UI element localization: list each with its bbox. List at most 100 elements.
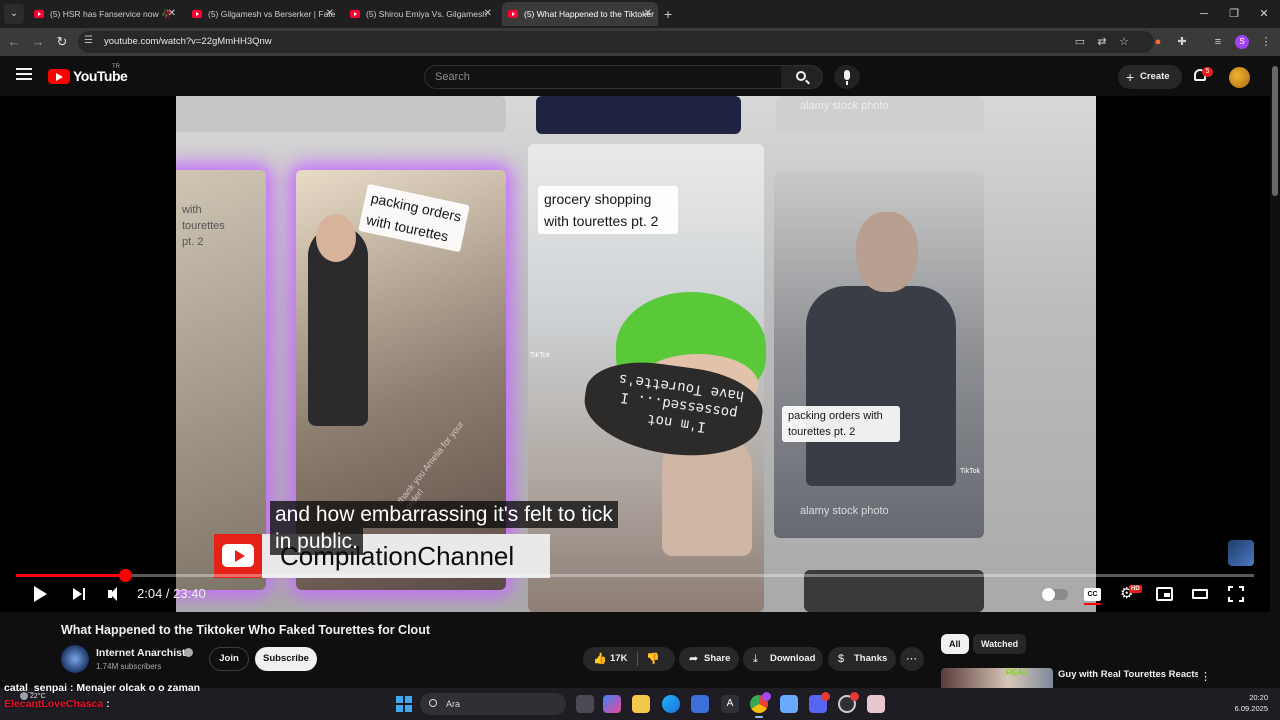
thanks-label: Thanks <box>854 653 888 664</box>
next-video-icon[interactable] <box>72 584 88 604</box>
search-icon <box>429 699 437 707</box>
url-text[interactable]: youtube.com/watch?v=22gMmHH3Qnw <box>104 31 272 53</box>
channel-watermark-icon[interactable] <box>1228 540 1254 566</box>
browser-tab-4-active[interactable]: (5) What Happened to the Tiktoker ✕ <box>502 2 658 26</box>
time-display: 2:04 / 23:40 <box>137 586 206 601</box>
bookmark-star-icon[interactable]: ☆ <box>1114 32 1134 52</box>
app-star-icon[interactable] <box>780 695 798 713</box>
clock-date: 6.09.2025 <box>1234 704 1268 713</box>
reload-icon[interactable]: ↻ <box>52 32 72 52</box>
cast-icon[interactable]: ▭ <box>1070 32 1090 52</box>
tab-search-chevron-icon[interactable]: ⌄ <box>4 4 24 24</box>
youtube-header: YouTube TR + Create <box>0 56 1270 96</box>
plus-icon: + <box>1126 69 1135 85</box>
video-figure <box>856 212 918 292</box>
thumbs-down-icon[interactable]: 👎 <box>646 647 660 671</box>
chip-watched[interactable]: Watched <box>973 634 1027 654</box>
search-box[interactable] <box>424 65 782 89</box>
join-button[interactable]: Join <box>209 647 249 671</box>
browser-tab-title: (5) Gilgamesh vs Berserker | Fate <box>208 9 336 19</box>
hamburger-menu-icon[interactable] <box>16 67 32 81</box>
download-icon: ⤓ <box>753 653 758 665</box>
active-app-indicator <box>755 716 763 718</box>
account-avatar[interactable] <box>1229 67 1250 88</box>
like-count[interactable]: 17K <box>610 647 627 671</box>
microphone-icon <box>844 70 850 85</box>
close-window-icon[interactable]: ✕ <box>1254 4 1274 24</box>
app-game-icon[interactable] <box>867 695 885 713</box>
more-actions-icon[interactable]: ⋯ <box>900 647 924 671</box>
autoplay-toggle[interactable] <box>1042 588 1068 601</box>
subscriber-count: 1.74M subscribers <box>96 662 162 671</box>
verified-check-icon <box>184 648 193 657</box>
download-label: Download <box>770 653 816 664</box>
thanks-button[interactable]: $ Thanks <box>828 647 896 671</box>
recommendation-menu-icon[interactable]: ⋮ <box>1200 670 1211 683</box>
recommendation-thumb-label: REAL <box>1006 668 1028 677</box>
channel-name[interactable]: Internet Anarchist <box>96 646 185 660</box>
browser-menu-icon[interactable]: ⋮ <box>1256 32 1276 52</box>
subscribe-button[interactable]: Subscribe <box>255 647 317 671</box>
translate-icon[interactable]: ⇄ <box>1092 32 1112 52</box>
progress-bar[interactable] <box>16 569 1254 582</box>
scrubber-handle[interactable] <box>119 569 133 582</box>
task-view-icon[interactable] <box>576 695 594 713</box>
restore-icon[interactable]: ❐ <box>1224 4 1244 24</box>
tiktok-watermark: TikTok <box>530 352 550 359</box>
volume-icon[interactable] <box>107 584 123 604</box>
download-button[interactable]: ⤓ Download <box>743 647 823 671</box>
media-controls-icon[interactable]: ≡ <box>1208 32 1228 52</box>
recommendation-title[interactable]: Guy with Real Tourettes Reacts to Tiktok… <box>1058 668 1198 688</box>
microsoft-store-icon[interactable] <box>691 695 709 713</box>
fullscreen-icon[interactable] <box>1228 586 1244 602</box>
browser-tab-3[interactable]: (5) Shirou Emiya Vs. Gilgamesh ✕ <box>344 2 498 26</box>
browser-tab-1[interactable]: (5) HSR has Fanservice now 🥀 ✕ <box>28 2 182 26</box>
browser-toolbar: ← → ↻ ☰ youtube.com/watch?v=22gMmHH3Qnw … <box>0 28 1280 56</box>
copilot-icon[interactable] <box>603 695 621 713</box>
new-tab-icon[interactable]: + <box>664 4 672 24</box>
back-arrow-icon[interactable]: ← <box>4 32 24 52</box>
youtube-logo[interactable]: YouTube TR <box>48 64 128 84</box>
browser-tab-title: (5) HSR has Fanservice now 🥀 <box>50 9 172 19</box>
close-tab-icon[interactable]: ✕ <box>326 2 334 26</box>
create-button[interactable]: + Create <box>1118 65 1182 89</box>
search-icon <box>796 71 806 81</box>
chip-all[interactable]: All <box>941 634 969 654</box>
theater-mode-icon[interactable] <box>1192 589 1208 599</box>
site-info-icon[interactable]: ☰ <box>84 35 93 46</box>
chat-message: catal_senpai : Menajer olcak o o zaman <box>4 682 201 694</box>
recommendation-thumbnail[interactable] <box>941 668 1053 688</box>
search-button[interactable] <box>781 65 823 89</box>
youtube-favicon-icon <box>192 10 202 18</box>
minimize-icon[interactable]: ─ <box>1194 4 1214 24</box>
app-a-icon[interactable]: A <box>721 695 739 713</box>
search-input[interactable] <box>425 66 781 88</box>
forward-arrow-icon[interactable]: → <box>28 32 48 52</box>
miniplayer-icon[interactable] <box>1156 587 1173 601</box>
video-player[interactable]: I'm not possessed... I have Tourette's p… <box>0 96 1270 612</box>
youtube-play-logo-icon <box>48 68 70 84</box>
extensions-puzzle-icon[interactable]: ✚ <box>1172 32 1192 52</box>
close-tab-icon[interactable]: ✕ <box>484 2 492 26</box>
taskbar-search[interactable]: Ara <box>420 693 566 715</box>
channel-avatar[interactable] <box>61 645 89 673</box>
page-scrollbar-thumb[interactable] <box>1272 66 1278 196</box>
stream-chat-overlay: catal_senpai : Menajer olcak o o zaman E… <box>0 680 430 720</box>
share-button[interactable]: ➦ Share <box>679 647 739 671</box>
region-code: TR <box>112 64 120 70</box>
close-tab-icon[interactable]: ✕ <box>644 2 652 26</box>
extension-fire-icon[interactable]: ● <box>1148 32 1168 52</box>
browser-tab-2[interactable]: (5) Gilgamesh vs Berserker | Fate ✕ <box>186 2 340 26</box>
edge-browser-icon[interactable] <box>662 695 680 713</box>
voice-search-button[interactable] <box>834 65 860 89</box>
play-icon[interactable] <box>32 584 48 604</box>
subtitles-cc-icon[interactable]: CC <box>1084 588 1101 601</box>
windows-start-icon[interactable] <box>396 696 412 712</box>
close-tab-icon[interactable]: ✕ <box>168 2 176 26</box>
thumbs-up-icon[interactable]: 👍 <box>593 647 607 671</box>
system-clock[interactable]: 20:20 6.09.2025 <box>1224 692 1268 714</box>
youtube-favicon-icon <box>508 10 518 18</box>
file-explorer-icon[interactable] <box>632 695 650 713</box>
address-bar[interactable]: ☰ youtube.com/watch?v=22gMmHH3Qnw <box>78 31 1154 53</box>
profile-avatar[interactable]: S <box>1235 35 1249 49</box>
